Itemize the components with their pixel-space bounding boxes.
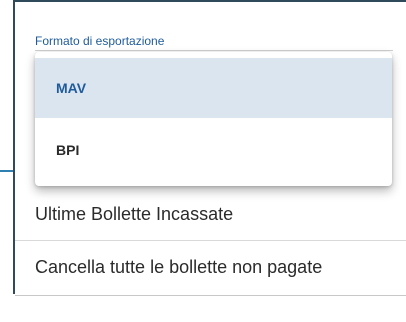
menu-item-cancella-bollette[interactable]: Cancella tutte le bollette non pagate: [15, 240, 406, 294]
option-bpi[interactable]: BPI: [35, 120, 392, 180]
option-label: BPI: [56, 142, 80, 158]
panel-bottom-divider: [15, 295, 406, 296]
menu-item-label: Ultime Bollette Incassate: [35, 203, 234, 224]
export-format-underline: [35, 50, 393, 51]
menu-item-ultime-bollette[interactable]: Ultime Bollette Incassate: [15, 188, 406, 240]
option-mav[interactable]: MAV: [35, 58, 392, 118]
option-label: MAV: [56, 80, 87, 96]
export-format-dropdown: MAV BPI: [35, 52, 392, 186]
export-format-label: Formato di esportazione: [35, 34, 165, 48]
menu-item-label: Cancella tutte le bollette non pagate: [35, 257, 323, 277]
